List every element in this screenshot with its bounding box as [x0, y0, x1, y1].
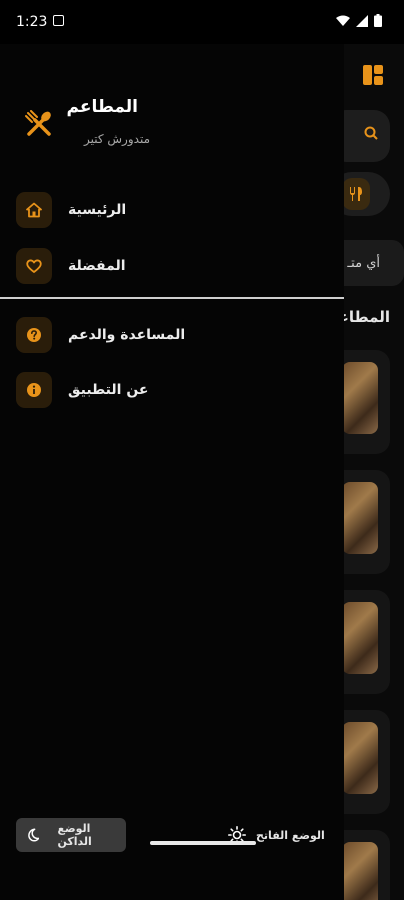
status-bar: 1:23	[0, 0, 404, 44]
menu-label-about: عن التطبيق	[68, 382, 149, 398]
menu-item-favorites[interactable]: المفضلة	[16, 248, 126, 284]
status-time: 1:23	[16, 14, 48, 30]
heart-icon-box	[16, 248, 52, 284]
menu-label-favorites: المفضلة	[68, 258, 126, 274]
moon-icon	[28, 828, 40, 842]
info-icon	[27, 383, 41, 397]
menu-item-help[interactable]: المساعدة والدعم	[16, 317, 185, 353]
notification-icon	[53, 15, 64, 26]
drawer-divider	[0, 297, 344, 299]
status-icons	[336, 14, 382, 27]
restaurant-filter-chip[interactable]	[342, 178, 370, 210]
menu-label-home: الرئيسية	[68, 202, 127, 218]
gesture-navigation-bar[interactable]	[150, 841, 256, 845]
menu-item-home[interactable]: الرئيسية	[16, 192, 126, 228]
help-icon-box	[16, 317, 52, 353]
wifi-icon	[336, 15, 350, 26]
menu-label-help: المساعدة والدعم	[68, 327, 186, 343]
restaurant-thumbnail	[342, 602, 378, 674]
menu-item-about[interactable]: عن التطبيق	[16, 372, 149, 408]
home-icon-box	[16, 192, 52, 228]
dark-mode-label: الوضع الداكن	[57, 822, 92, 848]
home-icon	[26, 202, 42, 218]
dark-mode-button[interactable]: الوضع الداكن	[16, 818, 126, 852]
search-icon	[364, 126, 378, 140]
app-title: المطاعم	[66, 97, 139, 117]
restaurant-thumbnail	[342, 722, 378, 794]
restaurant-thumbnail	[342, 482, 378, 554]
heart-icon	[26, 259, 42, 273]
restaurant-thumbnail	[342, 842, 378, 900]
utensils-icon	[350, 187, 362, 201]
restaurant-thumbnail	[342, 362, 378, 434]
search-hint-text: أي متـ	[347, 256, 380, 271]
light-mode-button[interactable]: الوضع الفاتح	[228, 818, 328, 852]
battery-icon	[374, 14, 382, 27]
layout-toggle-icon[interactable]	[362, 64, 384, 86]
fork-knife-logo-icon	[25, 110, 51, 136]
info-icon-box	[16, 372, 52, 408]
light-mode-label: الوضع الفاتح	[256, 828, 325, 842]
app-subtitle: متدورش كتير	[84, 132, 150, 146]
help-icon	[27, 328, 41, 342]
signal-icon	[356, 14, 368, 27]
navigation-drawer: المطاعم متدورش كتير الرئيسية المفضلة الم…	[0, 44, 344, 900]
